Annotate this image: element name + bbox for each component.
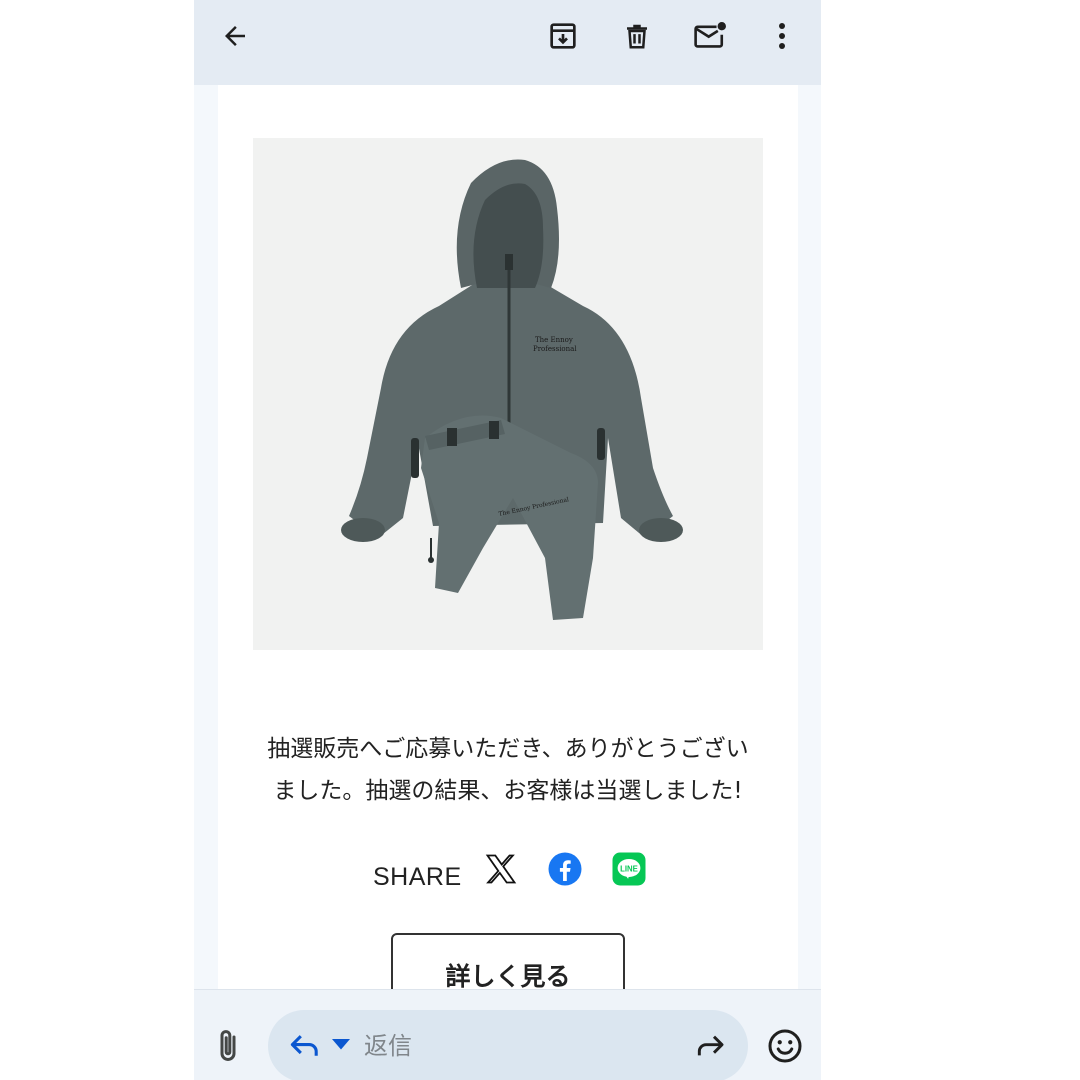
share-label: SHARE (373, 863, 462, 891)
mark-unread-button[interactable] (688, 14, 732, 58)
view-details-button[interactable]: 詳しく見る (391, 933, 625, 989)
email-screen: The Ennoy Professional The Ennoy Profess… (194, 0, 821, 1080)
svg-text:Professional: Professional (533, 345, 577, 353)
facebook-icon[interactable] (547, 851, 583, 887)
svg-text:The Ennoy: The Ennoy (535, 336, 573, 344)
forward-icon[interactable] (694, 1032, 726, 1060)
trash-icon (627, 24, 647, 49)
arrow-left-icon (225, 26, 245, 46)
lottery-result-message: 抽選販売へご応募いただき、ありがとうござい ました。抽選の結果、お客様は当選しま… (218, 728, 798, 812)
x-icon[interactable] (483, 851, 519, 887)
more-options-button[interactable] (760, 14, 804, 58)
reply-icon[interactable] (288, 1032, 322, 1060)
delete-button[interactable] (615, 14, 659, 58)
back-button[interactable] (213, 14, 257, 58)
email-body: The Ennoy Professional The Ennoy Profess… (194, 85, 821, 989)
chevron-down-icon[interactable] (332, 1038, 350, 1052)
reply-input[interactable] (364, 1028, 664, 1064)
top-app-bar (194, 0, 821, 85)
reply-bar (194, 989, 821, 1080)
message-line-1: 抽選販売へご応募いただき、ありがとうござい (267, 736, 749, 762)
reply-field[interactable] (268, 1010, 748, 1080)
jacket-set-illustration: The Ennoy Professional The Ennoy Profess… (341, 159, 683, 620)
email-card: The Ennoy Professional The Ennoy Profess… (218, 85, 798, 989)
emoji-icon[interactable] (767, 1028, 803, 1064)
paperclip-icon[interactable] (210, 1026, 246, 1066)
share-row: SHARE LINE (373, 847, 673, 891)
svg-text:LINE: LINE (620, 864, 638, 873)
more-vert-icon (779, 23, 785, 49)
archive-button[interactable] (541, 14, 585, 58)
archive-icon (550, 23, 576, 49)
mail-unread-icon (694, 22, 726, 48)
product-image[interactable]: The Ennoy Professional The Ennoy Profess… (253, 138, 763, 650)
message-line-2: ました。抽選の結果、お客様は当選しました! (273, 778, 743, 804)
line-icon[interactable]: LINE (611, 851, 647, 887)
